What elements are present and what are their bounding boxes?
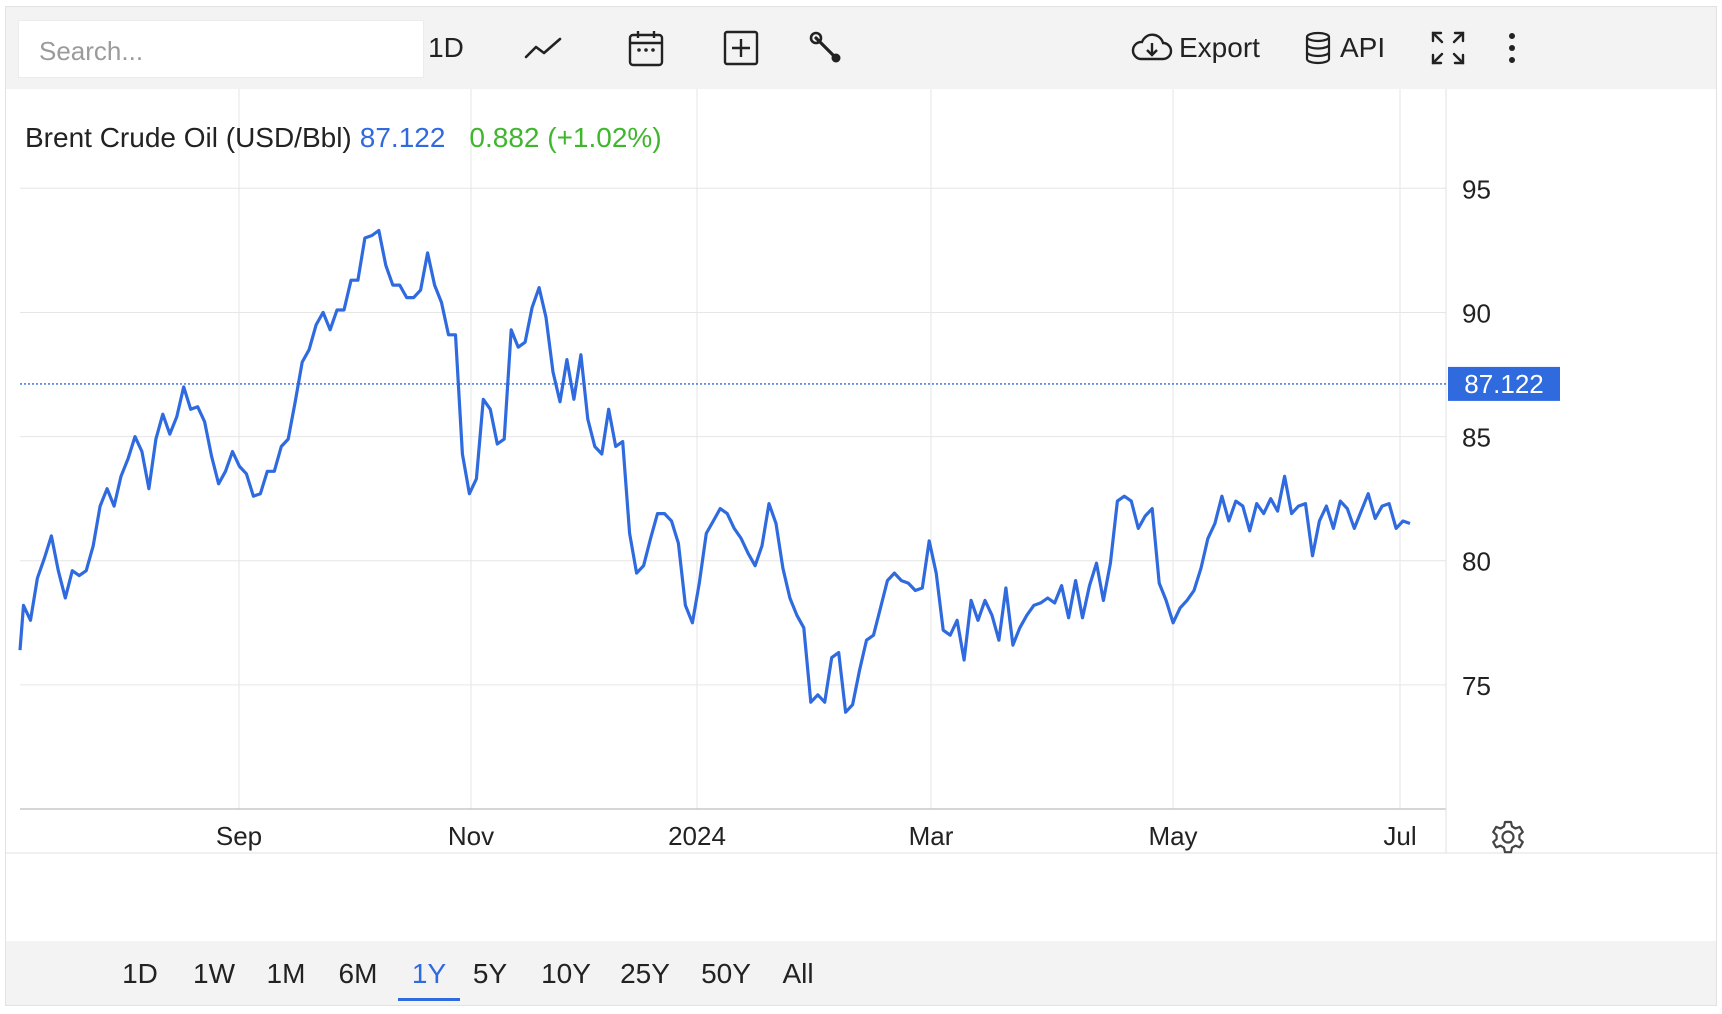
- x-tick-label: Sep: [216, 821, 262, 851]
- calendar-icon: [628, 31, 664, 67]
- range-selector: 1D 1W 1M 6M 1Y 5Y 10Y 25Y 50Y All: [6, 941, 1716, 1005]
- range-button-6m[interactable]: 6M: [333, 951, 383, 1001]
- chart-widget: Search... 1D Export API 75 80 85 90 95 S…: [5, 6, 1718, 1006]
- y-tick-label: 95: [1462, 174, 1491, 204]
- range-button-10y[interactable]: 10Y: [538, 951, 594, 1001]
- range-button-all[interactable]: All: [776, 951, 820, 1001]
- range-button-1w[interactable]: 1W: [189, 951, 239, 1001]
- chart-legend: Brent Crude Oil (USD/Bbl) 87.122 0.882 (+1…: [25, 122, 662, 154]
- database-icon: [1305, 31, 1331, 65]
- settings-tool-button[interactable]: [801, 21, 851, 75]
- more-vertical-icon: [1509, 33, 1515, 63]
- api-label: API: [1340, 32, 1386, 63]
- compare-button[interactable]: [716, 21, 766, 75]
- range-button-5y[interactable]: 5Y: [468, 951, 512, 1001]
- y-tick-label: 75: [1462, 671, 1491, 701]
- export-button[interactable]: Export: [1131, 21, 1266, 75]
- y-tick-label: 80: [1462, 547, 1491, 577]
- toolbar: Search... 1D Export API: [6, 7, 1716, 89]
- x-tick-label: Mar: [909, 821, 954, 851]
- range-button-1d[interactable]: 1D: [118, 951, 162, 1001]
- legend-series-name: Brent Crude Oil (USD/Bbl): [25, 122, 352, 153]
- x-tick-label: 2024: [668, 821, 726, 851]
- chart-type-button[interactable]: [518, 21, 568, 75]
- legend-price: 87.122: [359, 122, 446, 153]
- line-chart-icon: [524, 37, 562, 59]
- x-tick-label: May: [1148, 821, 1197, 851]
- interval-button[interactable]: 1D: [416, 21, 476, 75]
- more-menu-button[interactable]: [1494, 21, 1530, 75]
- interval-label: 1D: [428, 32, 464, 63]
- chart-settings-button[interactable]: [1490, 819, 1530, 859]
- chart-area[interactable]: 75 80 85 90 95 Sep Nov 2024 Mar May Jul 87.122: [6, 89, 1718, 941]
- y-tick-label: 90: [1462, 298, 1491, 328]
- range-button-25y[interactable]: 25Y: [616, 951, 674, 1001]
- x-tick-label: Jul: [1383, 821, 1416, 851]
- fullscreen-icon: [1431, 31, 1465, 65]
- wrench-icon: [809, 31, 841, 63]
- last-price-label: 87.122: [1464, 369, 1544, 399]
- export-label: Export: [1179, 32, 1260, 63]
- range-button-1m[interactable]: 1M: [261, 951, 311, 1001]
- add-compare-icon: [723, 30, 759, 66]
- legend-change: 0.882 (+1.02%): [469, 122, 662, 153]
- search-input[interactable]: Search...: [18, 20, 424, 78]
- range-button-50y[interactable]: 50Y: [696, 951, 756, 1001]
- cloud-download-icon: [1131, 33, 1173, 61]
- fullscreen-button[interactable]: [1426, 21, 1470, 75]
- x-tick-label: Nov: [448, 821, 494, 851]
- y-tick-label: 85: [1462, 423, 1491, 453]
- price-chart[interactable]: 75 80 85 90 95 Sep Nov 2024 Mar May Jul 87.122: [6, 89, 1718, 941]
- price-series-line[interactable]: [18, 228, 1411, 714]
- range-button-1y[interactable]: 1Y: [398, 951, 460, 1001]
- gear-icon: [1492, 820, 1524, 854]
- date-range-button[interactable]: [621, 21, 671, 75]
- api-button[interactable]: API: [1304, 21, 1394, 75]
